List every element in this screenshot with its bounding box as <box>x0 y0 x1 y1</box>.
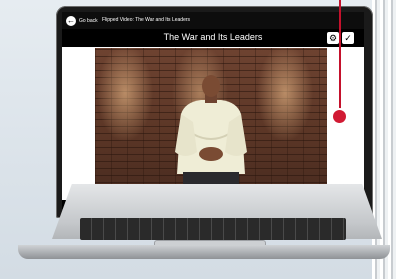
laptop-keyboard <box>80 218 346 240</box>
settings-button[interactable]: ⚙ <box>327 32 339 44</box>
laptop-screen: ← Go back Flipped Video: The War and Its… <box>62 12 364 209</box>
presenter-figure <box>175 75 247 190</box>
go-back-button[interactable]: ← Go back <box>66 15 98 26</box>
arrow-left-icon: ← <box>66 15 76 26</box>
annotation-pin-line <box>339 0 341 112</box>
video-title-bar: The War and Its Leaders ⚙ ✓ <box>62 29 364 47</box>
done-button[interactable]: ✓ <box>342 32 354 44</box>
laptop-base-edge <box>18 245 390 259</box>
go-back-label: Go back <box>79 17 98 24</box>
gear-icon: ⚙ <box>328 33 338 43</box>
check-icon: ✓ <box>344 33 352 43</box>
video-player[interactable] <box>95 48 327 190</box>
breadcrumb: Flipped Video: The War and Its Leaders <box>102 17 191 23</box>
video-title: The War and Its Leaders <box>163 32 263 42</box>
annotation-pin[interactable] <box>333 110 346 123</box>
player-topbar: ← Go back Flipped Video: The War and Its… <box>62 12 364 29</box>
